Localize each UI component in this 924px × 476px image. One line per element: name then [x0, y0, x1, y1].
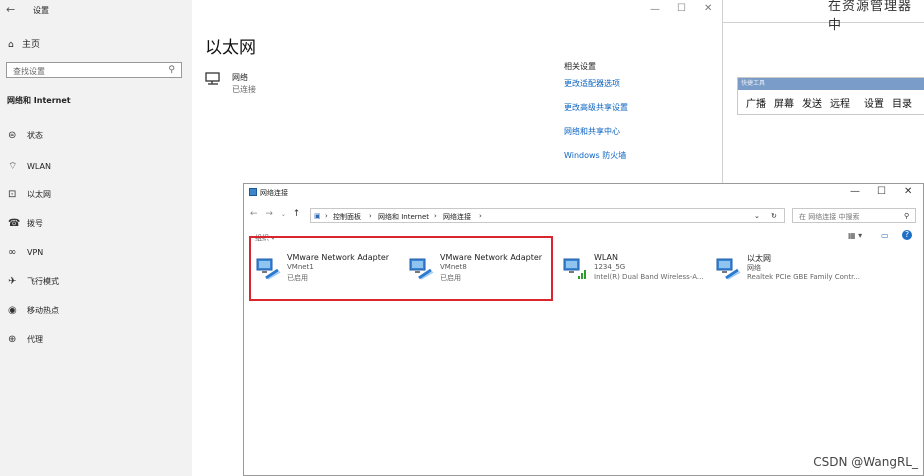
sidebar-item-wlan[interactable]: ⌔ WLAN [8, 160, 51, 173]
sidebar-item-status[interactable]: ⊜ 状态 [8, 130, 43, 141]
minimize-button[interactable]: — [850, 186, 860, 197]
sidebar-item-ethernet[interactable]: ⊡ 以太网 [8, 189, 51, 200]
breadcrumb-separator-icon: › [434, 212, 437, 220]
settings-window-title: 设置 [33, 6, 49, 15]
adapter-status: Intel(R) Dual Band Wireless-A... [594, 273, 704, 281]
change-adapter-options-link[interactable]: 更改适配器选项 [564, 78, 620, 89]
help-icon[interactable]: ? [902, 230, 912, 240]
refresh-icon[interactable]: ↻ [771, 212, 777, 220]
quick-tools-title: 快捷工具 [738, 78, 924, 90]
dialup-icon: ☎ [8, 218, 21, 229]
directory-button[interactable]: 目录 [892, 95, 912, 110]
windows-firewall-link[interactable]: Windows 防火墙 [564, 150, 626, 161]
sidebar-item-label: 拨号 [27, 219, 43, 228]
search-icon: ⚲ [904, 212, 910, 220]
breadcrumb-separator-icon: › [369, 212, 372, 220]
broadcast-button[interactable]: 广播 [746, 95, 766, 110]
sidebar-item-airplane[interactable]: ✈ 飞行模式 [8, 276, 59, 287]
settings-button[interactable]: 设置 [864, 95, 884, 110]
address-dropdown-icon[interactable]: ⌄ [754, 212, 760, 220]
sidebar-item-label: 状态 [27, 131, 43, 140]
breadcrumb-control-panel[interactable]: 控制面板 [333, 212, 361, 222]
sidebar-item-label: 移动热点 [27, 306, 59, 315]
sidebar-item-hotspot[interactable]: ◉ 移动热点 [8, 305, 59, 316]
control-panel-icon: ▣ [314, 212, 321, 220]
search-icon: ⚲ [168, 65, 175, 75]
view-options-icon[interactable]: ▦ ▾ [848, 231, 862, 240]
send-button[interactable]: 发送 [802, 95, 822, 110]
globe-icon: ⊕ [8, 334, 17, 345]
settings-close-button[interactable]: ✕ [704, 3, 712, 14]
settings-minimize-button[interactable]: — [650, 4, 660, 15]
adapter-detail: 1234_5G [594, 263, 626, 271]
sidebar-item-proxy[interactable]: ⊕ 代理 [8, 334, 43, 345]
search-placeholder: 在 网络连接 中搜索 [799, 213, 860, 221]
title-bar[interactable]: 网络连接 — ☐ ✕ [244, 184, 924, 202]
network-connections-app-icon [249, 188, 257, 196]
sidebar-item-vpn[interactable]: ∞ VPN [8, 247, 43, 258]
up-arrow-icon[interactable]: ↑ [293, 209, 301, 219]
sidebar-item-label: 以太网 [27, 190, 51, 199]
settings-maximize-button[interactable]: ☐ [677, 3, 686, 14]
divider [722, 0, 723, 185]
network-connections-window: 网络连接 — ☐ ✕ ← → ⌄ ↑ ▣ › 控制面板 › 网络和 Intern… [243, 183, 924, 476]
breadcrumb-network-connections[interactable]: 网络连接 [443, 212, 471, 222]
home-icon: ⌂ [8, 40, 14, 50]
ethernet-icon: ⊡ [8, 189, 17, 200]
background-app-title: 在资源管理器中 [828, 0, 913, 33]
highlight-box [249, 236, 553, 301]
category-heading: 网络和 Internet [7, 96, 71, 105]
page-title: 以太网 [205, 38, 256, 58]
adapter-ethernet[interactable]: 以太网 网络 Realtek PCIe GBE Family Contr... [716, 253, 866, 293]
recent-dropdown-icon[interactable]: ⌄ [281, 211, 286, 218]
back-button[interactable]: ← [6, 3, 15, 16]
related-settings-heading: 相关设置 [564, 62, 596, 71]
network-adapter-icon [716, 258, 741, 280]
settings-sidebar: ← 设置 ⌂ 主页 查找设置 ⚲ 网络和 Internet ⊜ 状态 ⌔ WLAN ⊡… [0, 0, 192, 476]
search-input[interactable]: 在 网络连接 中搜索 ⚲ [792, 208, 916, 223]
wifi-icon: ⌔ [8, 161, 18, 172]
search-placeholder: 查找设置 [13, 67, 45, 76]
forward-arrow-icon[interactable]: → [265, 209, 273, 219]
breadcrumb-separator-icon: › [325, 212, 328, 220]
close-button[interactable]: ✕ [904, 186, 912, 197]
remote-button[interactable]: 远程 [830, 95, 850, 110]
screen-button[interactable]: 屏幕 [774, 95, 794, 110]
network-monitor-icon [205, 72, 220, 85]
window-title: 网络连接 [260, 189, 288, 197]
sidebar-item-label: 飞行模式 [27, 277, 59, 286]
address-bar[interactable]: ▣ › 控制面板 › 网络和 Internet › 网络连接 › ⌄ ↻ [310, 208, 785, 223]
network-name[interactable]: 网络 [232, 72, 248, 83]
vpn-icon: ∞ [8, 247, 17, 258]
breadcrumb-separator-icon: › [479, 212, 482, 220]
watermark: CSDN @WangRL_ [813, 455, 918, 469]
back-arrow-icon[interactable]: ← [250, 209, 258, 219]
adapter-status: Realtek PCIe GBE Family Contr... [747, 273, 861, 281]
airplane-icon: ✈ [8, 276, 17, 287]
status-icon: ⊜ [8, 130, 17, 141]
network-status: 已连接 [232, 85, 256, 94]
sidebar-item-label: 代理 [27, 335, 43, 344]
sidebar-item-label: VPN [27, 248, 44, 257]
sidebar-item-dialup[interactable]: ☎ 拨号 [8, 218, 43, 229]
settings-main-pane [192, 0, 722, 185]
home-label: 主页 [22, 40, 41, 50]
preview-pane-icon[interactable]: ▭ [881, 231, 889, 240]
wireless-adapter-icon [563, 258, 586, 279]
settings-search-input[interactable]: 查找设置 ⚲ [6, 62, 182, 78]
breadcrumb-network-internet[interactable]: 网络和 Internet [378, 212, 429, 222]
hotspot-icon: ◉ [8, 305, 17, 316]
adapter-detail: 网络 [747, 264, 761, 272]
advanced-sharing-link[interactable]: 更改高级共享设置 [564, 102, 628, 113]
maximize-button[interactable]: ☐ [877, 186, 886, 197]
quick-tools-panel: 快捷工具 广播 屏幕 发送 远程 设置 目录 [737, 77, 924, 115]
home-nav-item[interactable]: ⌂ 主页 [8, 37, 40, 50]
sidebar-item-label: WLAN [27, 162, 52, 171]
adapter-name: WLAN [594, 253, 619, 262]
network-sharing-center-link[interactable]: 网络和共享中心 [564, 126, 620, 137]
adapter-wlan[interactable]: WLAN 1234_5G Intel(R) Dual Band Wireless… [563, 253, 713, 293]
navigation-buttons: ← → ⌄ ↑ [250, 209, 300, 219]
